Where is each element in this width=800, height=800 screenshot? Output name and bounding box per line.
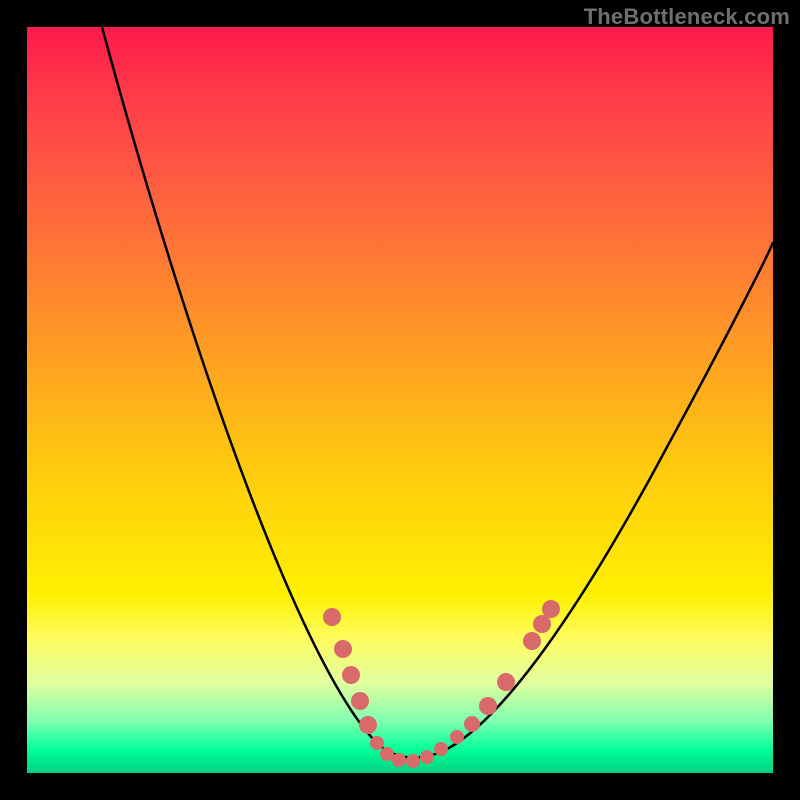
chart-svg — [27, 27, 773, 773]
curve-marker — [359, 716, 377, 734]
curve-marker — [497, 673, 515, 691]
curve-marker — [406, 754, 420, 768]
watermark-text: TheBottleneck.com — [584, 4, 790, 30]
curve-marker — [450, 730, 464, 744]
curve-marker — [434, 742, 448, 756]
curve-marker — [342, 666, 360, 684]
curve-marker — [351, 692, 369, 710]
curve-marker — [542, 600, 560, 618]
curve-marker — [533, 615, 551, 633]
curve-marker — [464, 716, 480, 732]
curve-marker — [479, 697, 497, 715]
curve-marker — [523, 632, 541, 650]
bottleneck-curve — [102, 27, 773, 758]
curve-marker — [420, 750, 434, 764]
curve-marker — [380, 747, 394, 761]
curve-marker — [323, 608, 341, 626]
curve-marker — [392, 753, 406, 767]
marker-layer — [323, 600, 560, 768]
curve-marker — [370, 736, 384, 750]
curve-layer — [102, 27, 773, 758]
curve-marker — [334, 640, 352, 658]
